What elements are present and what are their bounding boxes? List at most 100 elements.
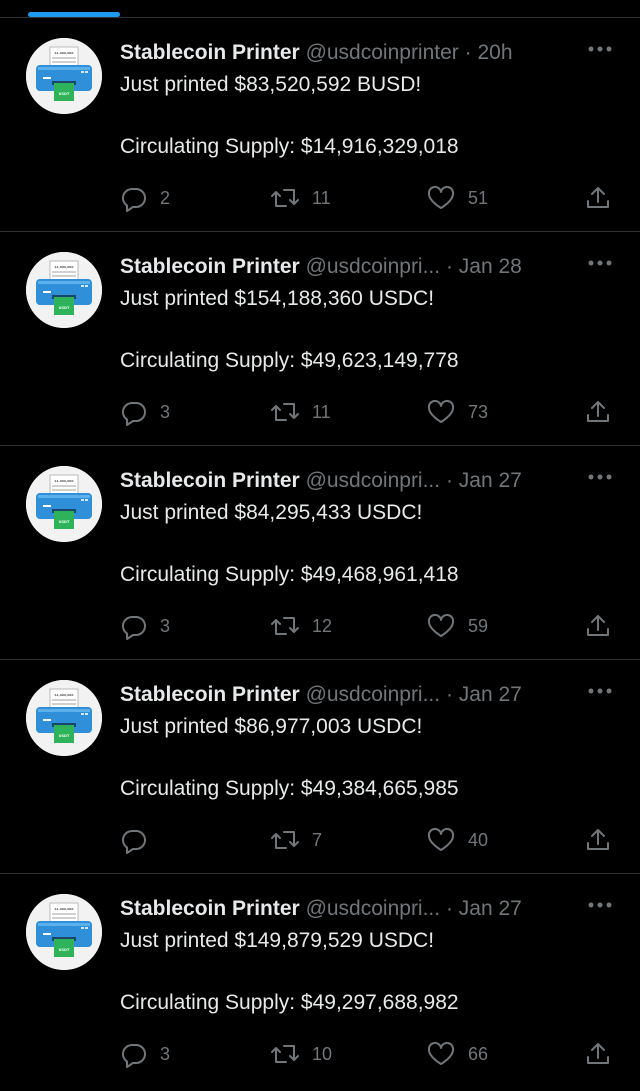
reply-icon xyxy=(121,401,146,426)
tweet[interactable]: $1,000,000 USDT Stablecoin Printer @usdc… xyxy=(0,874,640,1088)
share-icon xyxy=(587,187,609,208)
tweet-actions: 7 40 xyxy=(120,824,620,856)
tweet-header: Stablecoin Printer @usdcoinpri... · Jan … xyxy=(120,467,560,495)
tweet[interactable]: $1,000,000 USDT Stablecoin Printer @usdc… xyxy=(0,232,640,446)
like-button[interactable]: 66 xyxy=(426,1038,488,1070)
more-options-button[interactable] xyxy=(586,468,614,486)
reply-count: 3 xyxy=(160,401,171,422)
avatar-bill-text: USDT xyxy=(59,948,70,952)
reply-count: 3 xyxy=(160,1043,171,1064)
tweet-text: Just printed $84,295,433 USDC! Circulati… xyxy=(120,499,620,589)
tweet[interactable]: $1,000,000 USDT Stablecoin Printer @usdc… xyxy=(0,446,640,660)
more-icon xyxy=(588,902,612,908)
avatar-paper-text: $1,000,000 xyxy=(55,479,74,483)
retweet-icon xyxy=(271,617,299,635)
share-button[interactable] xyxy=(584,396,612,428)
share-button[interactable] xyxy=(584,182,612,214)
printer-avatar-icon: $1,000,000 USDT xyxy=(26,894,102,970)
circulating-supply-text: Circulating Supply: $49,297,688,982 xyxy=(120,991,459,1014)
display-name[interactable]: Stablecoin Printer xyxy=(120,897,300,920)
reply-icon xyxy=(121,187,146,212)
user-handle[interactable]: @usdcoinprinter xyxy=(306,41,459,64)
retweet-icon xyxy=(271,403,299,421)
retweet-button[interactable]: 12 xyxy=(270,610,332,642)
tweet-time[interactable]: Jan 28 xyxy=(459,255,522,278)
tweet-header: Stablecoin Printer @usdcoinpri... · Jan … xyxy=(120,681,560,709)
tweet-text: Just printed $86,977,003 USDC! Circulati… xyxy=(120,713,620,803)
reply-button[interactable]: 3 xyxy=(120,610,170,642)
like-count: 51 xyxy=(468,187,489,208)
like-count: 40 xyxy=(468,829,489,850)
like-button[interactable]: 51 xyxy=(426,182,488,214)
avatar[interactable]: $1,000,000 USDT xyxy=(26,466,102,542)
heart-icon xyxy=(427,185,455,209)
tweet-time[interactable]: Jan 27 xyxy=(459,469,522,492)
printer-avatar-icon: $1,000,000 USDT xyxy=(26,466,102,542)
share-icon xyxy=(587,829,609,850)
retweet-count: 11 xyxy=(312,187,331,208)
share-button[interactable] xyxy=(584,824,612,856)
more-icon xyxy=(588,474,612,480)
share-button[interactable] xyxy=(584,610,612,642)
reply-icon xyxy=(121,1043,146,1068)
separator-dot: · xyxy=(445,255,453,278)
tweet-actions: 3 12 59 xyxy=(120,610,620,642)
like-button[interactable]: 59 xyxy=(426,610,488,642)
more-options-button[interactable] xyxy=(586,254,614,272)
avatar-paper-text: $1,000,000 xyxy=(55,907,74,911)
display-name[interactable]: Stablecoin Printer xyxy=(120,683,300,706)
display-name[interactable]: Stablecoin Printer xyxy=(120,255,300,278)
retweet-button[interactable]: 7 xyxy=(270,824,322,856)
more-options-button[interactable] xyxy=(586,896,614,914)
user-handle[interactable]: @usdcoinpri... xyxy=(306,255,441,278)
avatar-bill-text: USDT xyxy=(59,520,70,524)
share-button[interactable] xyxy=(584,1038,612,1070)
printer-avatar-icon: $1,000,000 USDT xyxy=(26,252,102,328)
reply-icon xyxy=(121,829,146,854)
like-button[interactable]: 40 xyxy=(426,824,488,856)
reply-button[interactable] xyxy=(120,824,160,856)
reply-button[interactable]: 2 xyxy=(120,182,170,214)
avatar[interactable]: $1,000,000 USDT xyxy=(26,680,102,756)
separator-dot: · xyxy=(445,683,453,706)
retweet-button[interactable]: 11 xyxy=(270,182,331,214)
tweet[interactable]: $1,000,000 USDT Stablecoin Printer @usdc… xyxy=(0,660,640,874)
avatar[interactable]: $1,000,000 USDT xyxy=(26,38,102,114)
share-icon xyxy=(587,1043,609,1064)
tweet-time[interactable]: Jan 27 xyxy=(459,683,522,706)
printer-avatar-icon: $1,000,000 USDT xyxy=(26,680,102,756)
avatar[interactable]: $1,000,000 USDT xyxy=(26,252,102,328)
reply-button[interactable]: 3 xyxy=(120,1038,170,1070)
avatar-bill-text: USDT xyxy=(59,306,70,310)
printed-amount-text: Just printed $84,295,433 USDC! xyxy=(120,501,423,524)
tweet-time[interactable]: Jan 27 xyxy=(459,897,522,920)
retweet-count: 7 xyxy=(312,829,323,850)
retweet-icon xyxy=(271,189,299,207)
tweet-header: Stablecoin Printer @usdcoinprinter · 20h xyxy=(120,39,560,67)
heart-icon xyxy=(427,399,455,423)
circulating-supply-text: Circulating Supply: $14,916,329,018 xyxy=(120,135,459,158)
heart-icon xyxy=(427,1041,455,1065)
like-count: 66 xyxy=(468,1043,489,1064)
more-options-button[interactable] xyxy=(586,682,614,700)
user-handle[interactable]: @usdcoinpri... xyxy=(306,897,441,920)
display-name[interactable]: Stablecoin Printer xyxy=(120,41,300,64)
more-options-button[interactable] xyxy=(586,40,614,58)
retweet-button[interactable]: 11 xyxy=(270,396,331,428)
more-icon xyxy=(588,260,612,266)
user-handle[interactable]: @usdcoinpri... xyxy=(306,683,441,706)
retweet-button[interactable]: 10 xyxy=(270,1038,332,1070)
display-name[interactable]: Stablecoin Printer xyxy=(120,469,300,492)
printer-avatar-icon: $1,000,000 USDT xyxy=(26,38,102,114)
heart-icon xyxy=(427,827,455,851)
tweet[interactable]: $1,000,000 USDT Stablecoin Printer @usdc… xyxy=(0,18,640,232)
reply-button[interactable]: 3 xyxy=(120,396,170,428)
like-button[interactable]: 73 xyxy=(426,396,488,428)
avatar[interactable]: $1,000,000 USDT xyxy=(26,894,102,970)
like-count: 73 xyxy=(468,401,489,422)
avatar-bill-text: USDT xyxy=(59,734,70,738)
separator-dot: · xyxy=(445,469,453,492)
tweet-time[interactable]: 20h xyxy=(477,41,512,64)
user-handle[interactable]: @usdcoinpri... xyxy=(306,469,441,492)
printed-amount-text: Just printed $154,188,360 USDC! xyxy=(120,287,435,310)
